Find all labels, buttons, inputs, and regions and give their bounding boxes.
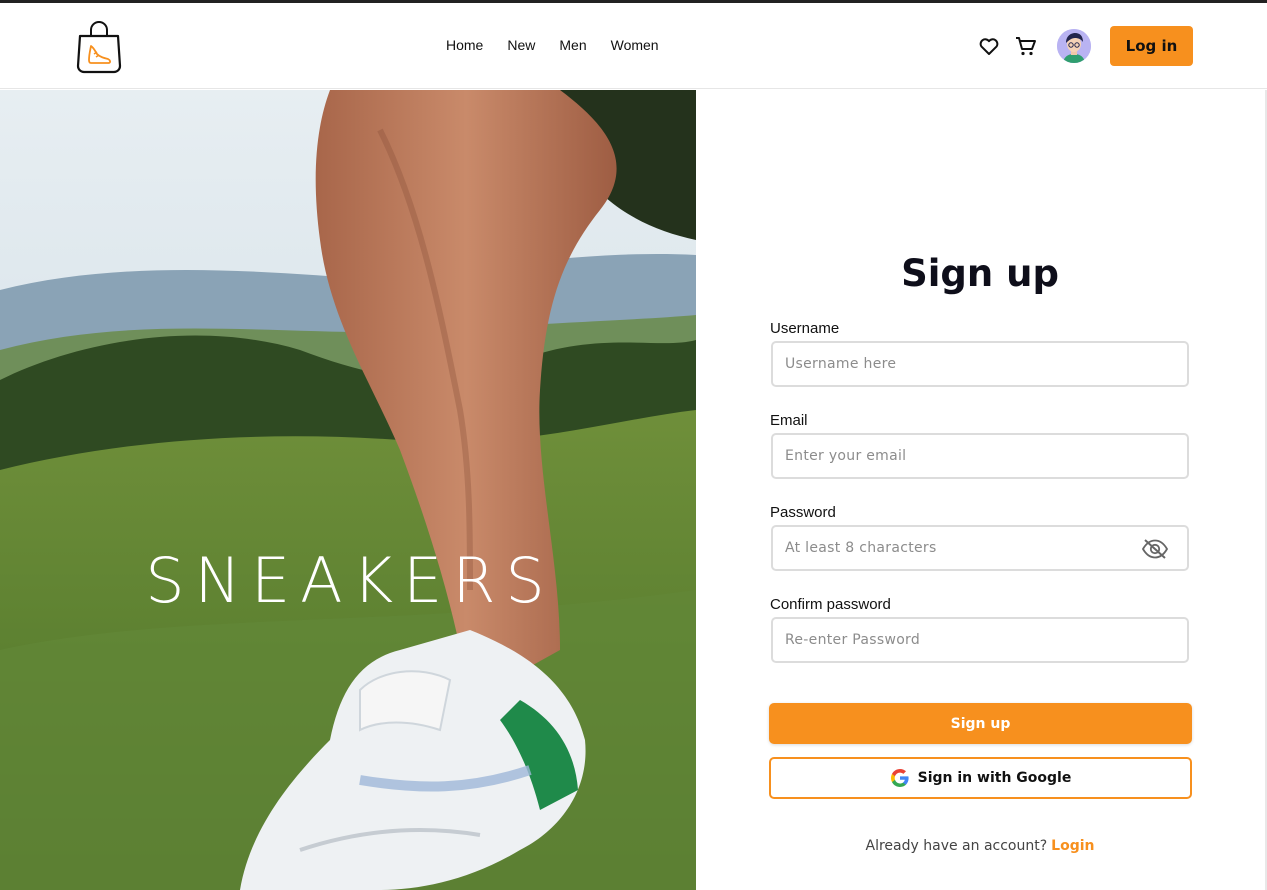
google-signin-button[interactable]: Sign in with Google — [769, 757, 1192, 799]
confirm-password-label: Confirm password — [770, 596, 891, 613]
login-link[interactable]: Login — [1051, 838, 1094, 854]
shop-logo[interactable] — [74, 18, 124, 74]
google-signin-label: Sign in with Google — [917, 770, 1072, 786]
nav-new[interactable]: New — [507, 37, 535, 53]
google-icon — [890, 769, 909, 787]
heart-icon[interactable] — [977, 34, 1001, 58]
form-title: Sign up — [901, 252, 1059, 295]
user-avatar-icon — [1057, 29, 1091, 63]
confirm-password-input[interactable] — [785, 619, 1145, 661]
shopping-bag-sneaker-icon — [76, 21, 122, 74]
nav-home[interactable]: Home — [446, 37, 483, 53]
username-input[interactable] — [785, 343, 1145, 385]
main-nav: Home New Men Women — [446, 37, 659, 53]
username-label: Username — [770, 320, 840, 337]
password-field — [771, 525, 1189, 571]
login-button[interactable]: Log in — [1110, 26, 1193, 66]
login-prompt-text: Already have an account? — [865, 838, 1048, 854]
password-label: Password — [770, 504, 836, 521]
email-label: Email — [770, 412, 808, 429]
nav-women[interactable]: Women — [611, 37, 659, 53]
sneaker-photo — [0, 90, 696, 890]
navbar: Home New Men Women Log in — [0, 3, 1267, 89]
username-field — [771, 341, 1189, 387]
hero-image: SNEAKERS — [0, 90, 696, 890]
cart-icon[interactable] — [1014, 34, 1038, 58]
email-field — [771, 433, 1189, 479]
hero-title: SNEAKERS — [145, 544, 555, 617]
confirm-password-field — [771, 617, 1189, 663]
signup-button[interactable]: Sign up — [769, 703, 1192, 744]
login-prompt: Already have an account? Login — [770, 838, 1190, 854]
email-input[interactable] — [785, 435, 1145, 477]
eye-off-icon[interactable] — [1141, 538, 1169, 560]
password-input[interactable] — [785, 527, 1145, 569]
avatar[interactable] — [1057, 29, 1091, 63]
nav-men[interactable]: Men — [559, 37, 586, 53]
